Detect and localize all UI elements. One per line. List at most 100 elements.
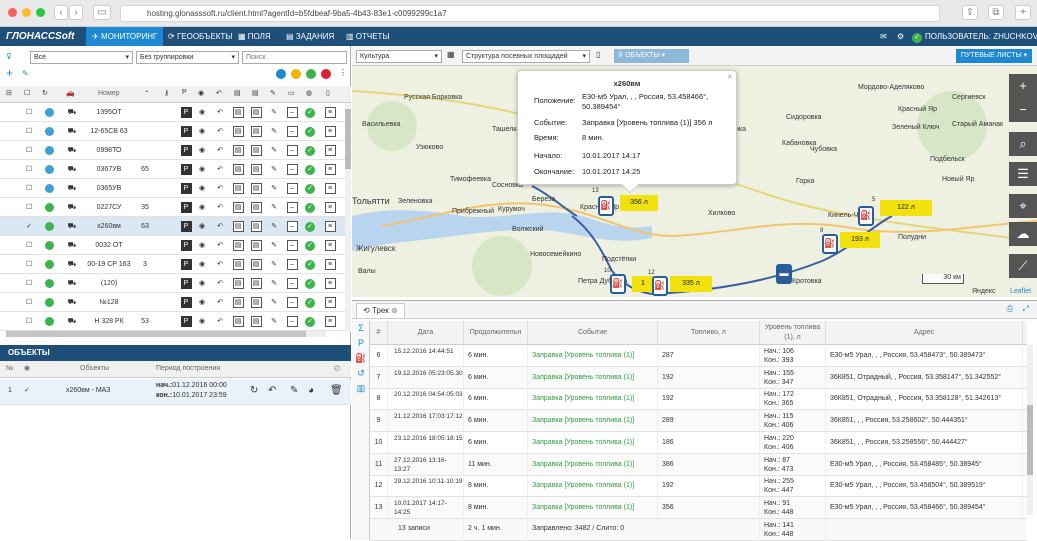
doc-icon[interactable]: ≡ xyxy=(324,240,336,251)
sheet-icon[interactable]: ▤ xyxy=(250,183,262,194)
user-menu[interactable]: ✓ ПОЛЬЗОВАТЕЛЬ: ZHUCHKOV xyxy=(912,31,1037,43)
track-row[interactable]: 10 23.12.2016 18:05:18:15 6 мин. Заправка [… xyxy=(370,431,1027,454)
expand-icon[interactable]: ⤢ xyxy=(1023,304,1029,314)
sheet-icon[interactable]: ▤ xyxy=(250,164,262,175)
pencil-icon[interactable]: ✎ xyxy=(268,259,280,270)
eye-icon[interactable]: ◉ xyxy=(196,240,208,251)
track-icon[interactable]: ↶ xyxy=(214,145,226,156)
eye-icon[interactable]: ◉ xyxy=(196,297,208,308)
fuel-icon[interactable]: ⛽ xyxy=(352,351,370,366)
track-row[interactable]: 13 10.01.2017 14:17-14:25 8 мин. Заправка [… xyxy=(370,496,1027,519)
leaflet-link[interactable]: Leaflet xyxy=(1010,288,1031,295)
col-level[interactable]: Уровень топлива (1), л xyxy=(760,321,826,345)
col-duration[interactable]: Продолжительн xyxy=(464,321,528,345)
row-event[interactable]: Заправка [Уровень топлива (1)] xyxy=(528,431,658,454)
checkbox[interactable]: ☐ xyxy=(24,240,34,251)
pencil-icon[interactable]: ✎ xyxy=(268,240,280,251)
location-icon[interactable]: ⌖ xyxy=(1009,194,1037,218)
eye-icon[interactable]: ◉ xyxy=(196,202,208,213)
row-event[interactable]: Заправка [Уровень топлива (1)] xyxy=(528,366,658,389)
message-icon[interactable]: – xyxy=(286,202,298,213)
pencil-icon[interactable]: ✎ xyxy=(268,126,280,137)
history-icon[interactable]: ↺ xyxy=(352,366,370,381)
back-icon[interactable]: ‹ xyxy=(54,5,68,20)
eye-icon[interactable]: ◉ xyxy=(196,316,208,327)
message-icon[interactable]: – xyxy=(286,221,298,232)
message-icon[interactable]: – xyxy=(286,145,298,156)
report-icon[interactable]: ▤ xyxy=(232,107,244,118)
report-icon[interactable]: ▤ xyxy=(232,221,244,232)
message-icon[interactable]: – xyxy=(286,107,298,118)
vehicle-row[interactable]: ☐ ⛟ (120) P ◉ ↶ ▤ ▤ ✎ – ✓ ≡ xyxy=(0,274,345,293)
doc-icon[interactable]: ▯ xyxy=(596,50,600,59)
tab-fields[interactable]: ▦ ПОЛЯ xyxy=(238,31,271,43)
pencil-icon[interactable]: ✎ xyxy=(268,107,280,118)
filter-icon[interactable]: ⊽ xyxy=(6,51,12,62)
track-icon[interactable]: ↶ xyxy=(214,183,226,194)
vehicle-list-scrollbar[interactable] xyxy=(345,103,351,332)
track-icon[interactable]: ↶ xyxy=(214,107,226,118)
parking-icon[interactable]: P xyxy=(180,145,192,156)
parking-icon[interactable]: P xyxy=(180,316,192,327)
sum-icon[interactable]: Σ xyxy=(352,321,370,336)
message-icon[interactable]: – xyxy=(286,240,298,251)
doc-icon[interactable]: ≡ xyxy=(324,278,336,289)
search-icon[interactable]: ⌕ xyxy=(1009,132,1037,156)
fuel-pin-icon[interactable]: ⛽ xyxy=(822,234,838,254)
truck-icon[interactable]: ▬ xyxy=(776,264,792,284)
parking-icon[interactable]: P xyxy=(180,183,192,194)
sheet-icon[interactable]: ▤ xyxy=(250,221,262,232)
vehicle-row[interactable]: ☐ ⛟ 12-65СВ 63 P ◉ ↶ ▤ ▤ ✎ – ✓ ≡ xyxy=(0,122,345,141)
fuel-pin-icon[interactable]: ⛽ xyxy=(598,196,614,216)
address-bar[interactable]: hosting.glonasssoft.ru/client.html?agent… xyxy=(120,5,940,22)
report-icon[interactable]: ▤ xyxy=(232,164,244,175)
track-icon[interactable]: ↶ xyxy=(214,126,226,137)
sheet-icon[interactable]: ▤ xyxy=(250,145,262,156)
message-icon[interactable]: – xyxy=(286,259,298,270)
report-icon[interactable]: ▤ xyxy=(232,183,244,194)
parking-icon[interactable]: P xyxy=(180,107,192,118)
checkbox[interactable]: ☐ xyxy=(24,259,34,270)
maximize-window-icon[interactable] xyxy=(36,8,45,17)
share-icon[interactable]: ⇪ xyxy=(962,5,978,20)
doc-icon[interactable]: ≡ xyxy=(324,126,336,137)
vehicle-row[interactable]: ☐ ⛟ 0365УВ P ◉ ↶ ▤ ▤ ✎ – ✓ ≡ xyxy=(0,179,345,198)
pencil-icon[interactable]: ✎ xyxy=(268,145,280,156)
checkbox-icon[interactable]: ✓ xyxy=(24,386,30,394)
sheet-icon[interactable]: ▤ xyxy=(250,259,262,270)
more-icon[interactable]: ⋮ xyxy=(339,68,347,77)
parking-icon[interactable]: P xyxy=(180,221,192,232)
checkbox[interactable]: ☐ xyxy=(24,202,34,213)
parking-icon[interactable]: P xyxy=(180,126,192,137)
pencil-icon[interactable]: ✎ xyxy=(268,316,280,327)
checkbox[interactable]: ☐ xyxy=(24,145,34,156)
report-icon[interactable]: ▤ xyxy=(232,126,244,137)
col-number[interactable]: Номер xyxy=(98,90,120,97)
pencil-icon[interactable]: ✎ xyxy=(268,164,280,175)
doc-icon[interactable]: ≡ xyxy=(324,183,336,194)
parking-icon[interactable]: P xyxy=(180,202,192,213)
ruler-icon[interactable]: ⟋ xyxy=(1009,254,1037,278)
doc-icon[interactable]: ≡ xyxy=(324,107,336,118)
track-icon[interactable]: ↶ xyxy=(214,316,226,327)
checkbox[interactable]: ☐ xyxy=(24,316,34,327)
gear-icon[interactable]: ⚙ xyxy=(897,31,904,43)
tab-geoobjects[interactable]: ⟳ ГЕООБЪЕКТЫ xyxy=(168,31,232,43)
eye-icon[interactable]: ◉ xyxy=(196,183,208,194)
minimize-window-icon[interactable] xyxy=(22,8,31,17)
sheet-icon[interactable]: ▤ xyxy=(250,297,262,308)
sheet-icon[interactable]: ▤ xyxy=(250,240,262,251)
doc-icon[interactable]: ≡ xyxy=(324,145,336,156)
row-event[interactable]: Заправка [Уровень топлива (1)] xyxy=(528,475,658,498)
checkbox[interactable]: ☐ xyxy=(24,183,34,194)
sheet-icon[interactable]: ▤ xyxy=(250,278,262,289)
report-icon[interactable]: ▤ xyxy=(232,202,244,213)
close-icon[interactable]: ⊗ xyxy=(391,306,398,315)
doc-icon[interactable]: ≡ xyxy=(324,316,336,327)
vehicle-row[interactable]: ☐ ⛟ №128 P ◉ ↶ ▤ ▤ ✎ – ✓ ≡ xyxy=(0,293,345,312)
horizontal-scrollbar[interactable] xyxy=(6,331,326,337)
clock-icon[interactable]: ◴ xyxy=(334,364,340,372)
grid-icon[interactable]: ▦ xyxy=(447,50,455,59)
track-row[interactable]: 12 29.12.2016 10:11-10:19 8 мин. Заправка [… xyxy=(370,475,1027,498)
tab-reports[interactable]: ▥ ОТЧЕТЫ xyxy=(346,31,390,43)
